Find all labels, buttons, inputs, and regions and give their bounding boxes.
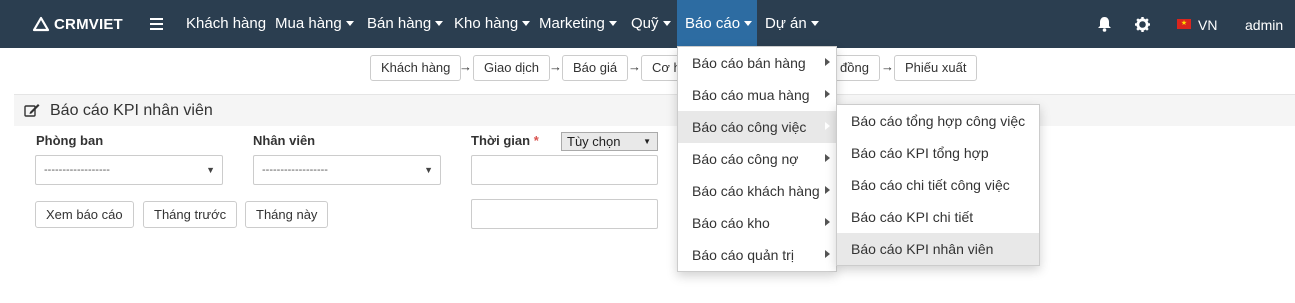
department-value: ------------------ <box>44 164 110 176</box>
nav-label: Mua hàng <box>275 15 342 32</box>
submenu-item-kpi-employee[interactable]: Báo cáo KPI nhân viên <box>837 233 1039 265</box>
time-label-text: Thời gian <box>471 133 531 148</box>
employee-label: Nhân viên <box>253 133 316 148</box>
menu-item-admin-report[interactable]: Báo cáo quản trị <box>678 239 836 271</box>
time-option-select[interactable]: Tùy chọn ▼ <box>561 132 658 151</box>
logo-icon <box>32 16 50 32</box>
step-hop-dong[interactable]: đồng <box>830 55 880 81</box>
nav-khach-hang[interactable]: Khách hàng <box>186 0 266 48</box>
nav-label: Khách hàng <box>186 15 267 32</box>
edit-icon <box>24 104 40 117</box>
menu-item-debt-report[interactable]: Báo cáo công nợ <box>678 143 836 175</box>
nav-label: Kho hàng <box>454 15 519 32</box>
step-bao-gia[interactable]: Báo giá <box>562 55 629 81</box>
employee-select[interactable]: ------------------ ▼ <box>253 155 441 185</box>
page-title: Báo cáo KPI nhân viên <box>50 102 213 119</box>
chevron-right-icon <box>825 218 830 226</box>
menu-item-warehouse-report[interactable]: Báo cáo kho <box>678 207 836 239</box>
submenu-item-kpi-summary[interactable]: Báo cáo KPI tổng hợp <box>837 137 1039 169</box>
department-select[interactable]: ------------------ ▼ <box>35 155 223 185</box>
step-phieu-xuat[interactable]: Phiếu xuất <box>894 55 978 81</box>
chevron-down-icon <box>345 20 354 26</box>
menu-item-purchase-report[interactable]: Báo cáo mua hàng <box>678 79 836 111</box>
nav-label: Marketing <box>539 15 605 32</box>
submenu-item-work-summary[interactable]: Báo cáo tổng hợp công việc <box>837 105 1039 137</box>
menu-label: Báo cáo bán hàng <box>692 55 806 71</box>
language-selector[interactable]: VN <box>1198 0 1217 48</box>
date-to-input[interactable] <box>471 199 658 229</box>
chevron-down-icon <box>522 20 531 26</box>
chevron-down-icon <box>744 20 753 26</box>
nav-kho-hang[interactable]: Kho hàng <box>454 0 531 48</box>
chevron-down-icon: ▼ <box>206 165 215 175</box>
menu-label: Báo cáo khách hàng <box>692 183 820 199</box>
menu-label: Báo cáo quản trị <box>692 247 794 263</box>
step-arrow: → <box>628 59 641 74</box>
submenu-item-kpi-detail[interactable]: Báo cáo KPI chi tiết <box>837 201 1039 233</box>
prev-month-button[interactable]: Tháng trước <box>143 201 238 228</box>
brand-name: CRMVIET <box>54 15 123 33</box>
menu-label: Báo cáo công việc <box>692 119 807 135</box>
submenu-item-work-detail[interactable]: Báo cáo chi tiết công việc <box>837 169 1039 201</box>
step-arrow: → <box>549 59 562 74</box>
chevron-down-icon <box>435 20 444 26</box>
step-arrow: → <box>459 59 472 74</box>
nav-label: Dự án <box>765 15 807 32</box>
menu-icon[interactable] <box>150 18 163 30</box>
menu-item-customer-report[interactable]: Báo cáo khách hàng <box>678 175 836 207</box>
employee-value: ------------------ <box>262 164 328 176</box>
brand-logo[interactable]: CRMVIET <box>32 14 123 34</box>
this-month-button[interactable]: Tháng này <box>245 201 329 228</box>
chevron-down-icon <box>608 20 617 26</box>
nav-bao-cao[interactable]: Báo cáo <box>677 0 757 48</box>
step-giao-dich[interactable]: Giao dịch <box>473 55 550 81</box>
chevron-right-icon <box>825 58 830 66</box>
nav-label: Báo cáo <box>685 15 741 32</box>
bell-icon[interactable] <box>1097 16 1112 32</box>
flag-icon: ★ <box>1177 19 1191 29</box>
chevron-down-icon <box>662 20 671 26</box>
chevron-right-icon <box>825 90 830 98</box>
department-label: Phòng ban <box>36 133 104 148</box>
nav-quy[interactable]: Quỹ <box>631 0 671 48</box>
top-navbar: CRMVIET Khách hàng Mua hàng Bán hàng Kho… <box>0 0 1295 48</box>
menu-label: Báo cáo mua hàng <box>692 87 810 103</box>
chevron-right-icon <box>825 122 830 130</box>
nav-marketing[interactable]: Marketing <box>539 0 617 48</box>
report-dropdown-menu: Báo cáo bán hàng Báo cáo mua hàng Báo cá… <box>677 46 837 272</box>
nav-label: Quỹ <box>631 15 659 32</box>
chevron-right-icon <box>825 186 830 194</box>
chevron-down-icon <box>810 20 819 26</box>
gear-icon[interactable] <box>1135 17 1150 32</box>
step-arrow: → <box>881 59 894 74</box>
chevron-down-icon: ▼ <box>424 165 433 175</box>
chevron-right-icon <box>825 250 830 258</box>
menu-item-sales-report[interactable]: Báo cáo bán hàng <box>678 47 836 79</box>
nav-du-an[interactable]: Dự án <box>765 0 819 48</box>
nav-label: Bán hàng <box>367 15 432 32</box>
time-label: Thời gian * <box>471 133 539 148</box>
work-report-submenu: Báo cáo tổng hợp công việc Báo cáo KPI t… <box>836 104 1040 266</box>
nav-mua-hang[interactable]: Mua hàng <box>275 0 354 48</box>
nav-ban-hang[interactable]: Bán hàng <box>367 0 444 48</box>
user-menu[interactable]: admin <box>1245 0 1283 48</box>
menu-label: Báo cáo công nợ <box>692 151 799 167</box>
view-report-button[interactable]: Xem báo cáo <box>35 201 134 228</box>
chevron-right-icon <box>825 154 830 162</box>
panel-header: Báo cáo KPI nhân viên <box>14 94 1295 126</box>
chevron-down-icon: ▼ <box>643 137 651 146</box>
time-option-value: Tùy chọn <box>567 134 621 149</box>
menu-label: Báo cáo kho <box>692 215 770 231</box>
menu-item-work-report[interactable]: Báo cáo công việc <box>678 111 836 143</box>
step-khach-hang[interactable]: Khách hàng <box>370 55 462 81</box>
required-mark: * <box>533 133 539 148</box>
date-from-input[interactable] <box>471 155 658 185</box>
